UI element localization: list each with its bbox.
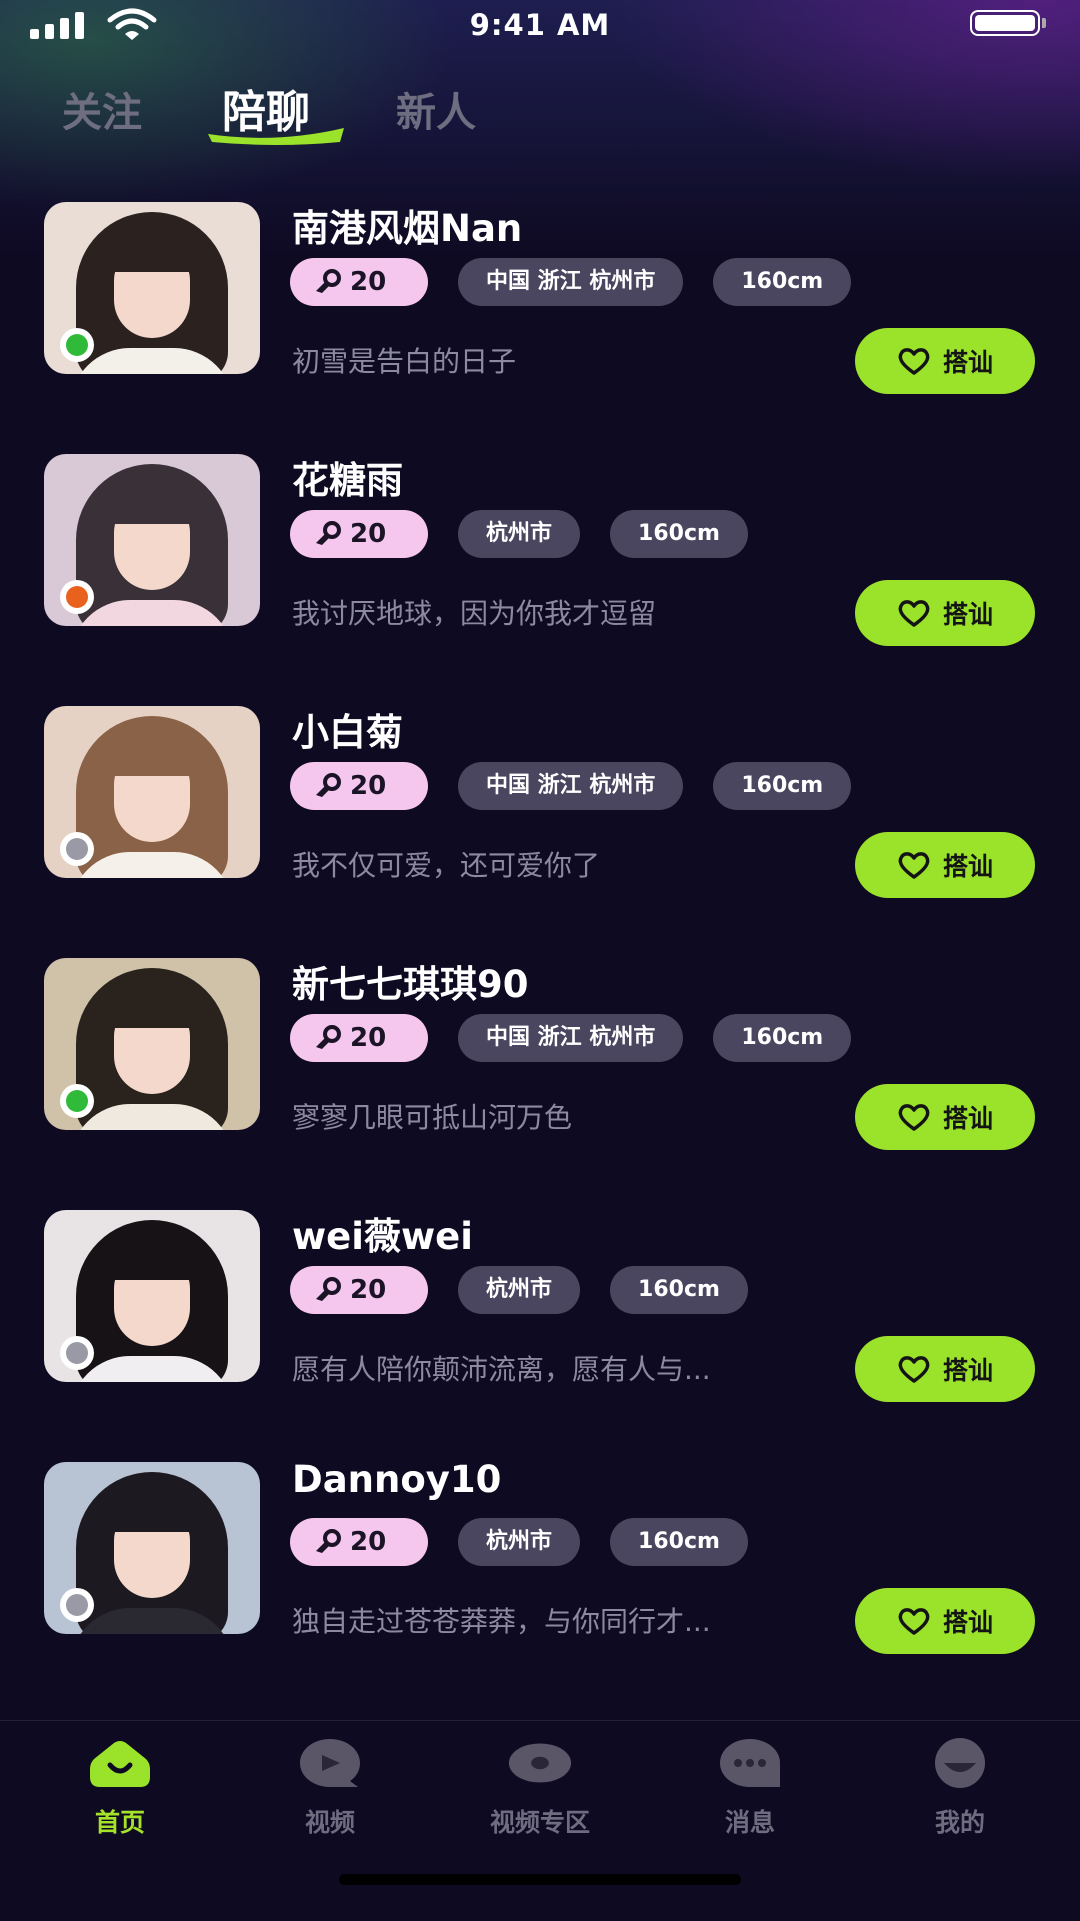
user-card[interactable]: wei薇wei 20 杭州市 160cm 愿有人陪你颠沛流离，愿有人与... 搭… (0, 1206, 1080, 1402)
location-tag: 中国 浙江 杭州市 (458, 1014, 684, 1062)
heart-icon (898, 1104, 930, 1131)
user-tags: 20 杭州市 160cm (290, 1266, 748, 1314)
greet-button[interactable]: 搭讪 (855, 832, 1035, 898)
location-tag: 中国 浙江 杭州市 (458, 258, 684, 306)
online-status-indicator (60, 328, 94, 362)
user-name[interactable]: 花糖雨 (292, 450, 403, 504)
user-bio: 愿有人陪你颠沛流离，愿有人与... (292, 1353, 711, 1386)
level-icon (316, 1025, 341, 1049)
heart-icon (898, 1608, 930, 1635)
user-tags: 20 中国 浙江 杭州市 160cm (290, 762, 852, 810)
battery-icon (970, 10, 1046, 38)
height-tag: 160cm (713, 1014, 852, 1062)
tab-follow[interactable]: 关注 (62, 80, 142, 138)
level-icon (316, 269, 341, 293)
offline-status-indicator (60, 1336, 94, 1370)
user-name[interactable]: 南港风烟Nan (292, 198, 522, 252)
user-bio: 我不仅可爱，还可爱你了 (292, 849, 601, 882)
nav-messages[interactable]: 消息 (660, 1737, 840, 1839)
tab-chat-companion[interactable]: 陪聊 (222, 76, 310, 140)
avatar[interactable] (44, 1462, 260, 1634)
location-tag: 中国 浙江 杭州市 (458, 762, 684, 810)
user-card[interactable]: Dannoy10 20 杭州市 160cm 独自走过苍苍莽莽，与你同行才... … (0, 1458, 1080, 1654)
profile-icon (935, 1738, 985, 1788)
user-bio: 独自走过苍苍莽莽，与你同行才... (292, 1605, 711, 1638)
level-badge: 20 (290, 1266, 428, 1314)
greet-button[interactable]: 搭讪 (855, 1084, 1035, 1150)
user-name[interactable]: wei薇wei (292, 1206, 473, 1260)
nav-home[interactable]: 首页 (30, 1737, 210, 1839)
home-indicator (339, 1874, 741, 1885)
nav-video[interactable]: 视频 (240, 1737, 420, 1839)
user-name[interactable]: 新七七琪琪90 (292, 954, 529, 1008)
nav-video-zone[interactable]: 视频专区 (450, 1737, 630, 1839)
avatar[interactable] (44, 706, 260, 878)
level-badge: 20 (290, 1014, 428, 1062)
level-badge: 20 (290, 510, 428, 558)
top-tabs: 关注 陪聊 新人 (0, 80, 1080, 150)
heart-icon (898, 600, 930, 627)
avatar[interactable] (44, 1210, 260, 1382)
offline-status-indicator (60, 832, 94, 866)
heart-icon (898, 852, 930, 879)
user-card[interactable]: 新七七琪琪90 20 中国 浙江 杭州市 160cm 寥寥几眼可抵山河万色 搭讪 (0, 954, 1080, 1150)
height-tag: 160cm (610, 1266, 748, 1314)
avatar[interactable] (44, 454, 260, 626)
location-tag: 杭州市 (458, 1266, 581, 1314)
height-tag: 160cm (610, 1518, 748, 1566)
level-badge: 20 (290, 762, 428, 810)
avatar[interactable] (44, 202, 260, 374)
level-badge: 20 (290, 258, 428, 306)
user-card[interactable]: 小白菊 20 中国 浙江 杭州市 160cm 我不仅可爱，还可爱你了 搭讪 (0, 702, 1080, 898)
height-tag: 160cm (713, 258, 852, 306)
greet-button[interactable]: 搭讪 (855, 1588, 1035, 1654)
user-tags: 20 杭州市 160cm (290, 510, 748, 558)
user-name[interactable]: 小白菊 (292, 702, 403, 756)
greet-button[interactable]: 搭讪 (855, 328, 1035, 394)
location-tag: 杭州市 (458, 1518, 581, 1566)
height-tag: 160cm (713, 762, 852, 810)
height-tag: 160cm (610, 510, 748, 558)
user-tags: 20 中国 浙江 杭州市 160cm (290, 1014, 852, 1062)
location-tag: 杭州市 (458, 510, 581, 558)
home-icon (90, 1741, 150, 1787)
level-icon (316, 1529, 341, 1553)
user-name[interactable]: Dannoy10 (292, 1458, 501, 1501)
message-icon (720, 1739, 780, 1787)
video-zone-icon (508, 1743, 572, 1783)
user-bio: 初雪是告白的日子 (292, 345, 517, 378)
level-badge: 20 (290, 1518, 428, 1566)
offline-status-indicator (60, 1588, 94, 1622)
level-icon (316, 1277, 341, 1301)
user-tags: 20 中国 浙江 杭州市 160cm (290, 258, 852, 306)
user-card[interactable]: 南港风烟Nan 20 中国 浙江 杭州市 160cm 初雪是告白的日子 搭讪 (0, 198, 1080, 394)
level-icon (316, 521, 341, 545)
nav-profile[interactable]: 我的 (870, 1737, 1050, 1839)
user-bio: 寥寥几眼可抵山河万色 (292, 1101, 573, 1134)
level-icon (316, 773, 341, 797)
user-card[interactable]: 花糖雨 20 杭州市 160cm 我讨厌地球，因为你我才逗留 搭讪 (0, 450, 1080, 646)
avatar[interactable] (44, 958, 260, 1130)
online-status-indicator (60, 1084, 94, 1118)
user-tags: 20 杭州市 160cm (290, 1518, 748, 1566)
heart-icon (898, 1356, 930, 1383)
busy-status-indicator (60, 580, 94, 614)
status-bar: 9:41 AM (0, 0, 1080, 50)
video-icon (300, 1739, 360, 1787)
status-time: 9:41 AM (469, 8, 611, 42)
greet-button[interactable]: 搭讪 (855, 580, 1035, 646)
user-bio: 我讨厌地球，因为你我才逗留 (292, 597, 657, 630)
greet-button[interactable]: 搭讪 (855, 1336, 1035, 1402)
tab-newcomers[interactable]: 新人 (396, 80, 476, 138)
bottom-nav: 首页 视频 视频专区 消息 我的 (0, 1720, 1080, 1921)
heart-icon (898, 348, 930, 375)
